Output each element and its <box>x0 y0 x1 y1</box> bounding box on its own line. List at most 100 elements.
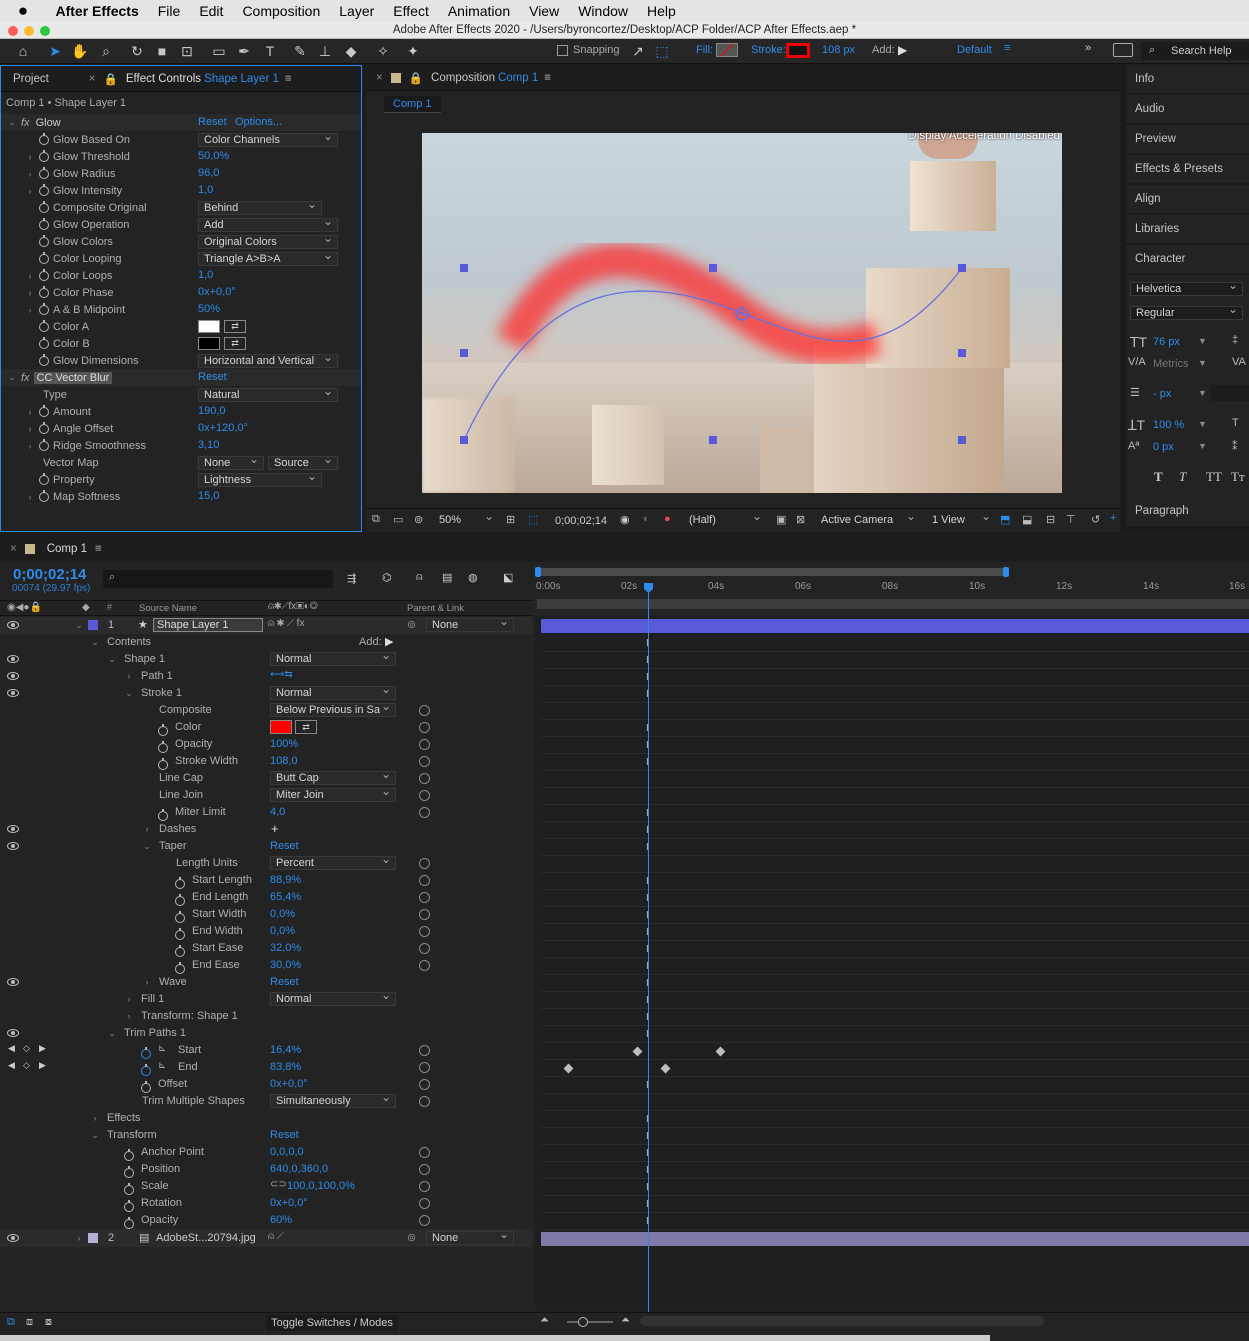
timeline-timecode[interactable]: 0;00;02;14 <box>13 566 86 583</box>
expression-pickwhip-icon[interactable] <box>419 1147 430 1158</box>
taper-prop-5-value[interactable]: 30,0% <box>270 959 301 971</box>
next-keyframe-icon[interactable]: ▶ <box>39 1060 46 1071</box>
glow-reset-button[interactable]: Reset <box>198 116 227 128</box>
layer-2-parent-pickwhip-icon[interactable]: ⊚ <box>407 1231 416 1244</box>
color-looping-dropdown[interactable]: Triangle A>B>A <box>198 252 338 266</box>
transform-prop-4-value[interactable]: 60% <box>270 1214 292 1226</box>
menu-layer[interactable]: Layer <box>330 3 384 19</box>
fill-1-dropdown[interactable]: Normal <box>270 992 396 1006</box>
close-timeline-tab-icon[interactable]: × <box>10 543 17 555</box>
keyframe-i-beam-marker[interactable]: I <box>646 894 649 904</box>
faux-bold-icon[interactable]: T <box>1154 469 1163 485</box>
source-name-header[interactable]: Source Name <box>139 603 197 614</box>
expand-triangle-icon[interactable]: ⌄ <box>90 1130 100 1141</box>
keyframe-i-beam-marker[interactable]: I <box>646 996 649 1006</box>
zoom-window-button[interactable] <box>40 26 50 36</box>
align-panel-tab[interactable]: Align <box>1126 185 1249 214</box>
rectangle-tool-icon[interactable]: ▭ <box>210 42 228 60</box>
comp-timecode[interactable]: 0;00;02;14 <box>555 515 607 527</box>
taper-prop-0-value[interactable]: 88,9% <box>270 874 301 886</box>
tab-effect-controls[interactable]: Effect Controls <box>126 73 201 85</box>
add-icon[interactable]: ▶ <box>898 43 907 57</box>
leading-dropdown-icon[interactable]: ▼ <box>1198 388 1207 398</box>
reset-exposure-icon[interactable]: ↺ <box>1091 513 1100 526</box>
stopwatch-icon[interactable] <box>39 353 49 366</box>
taper-prop-4-value[interactable]: 32,0% <box>270 942 301 954</box>
character-panel-tab[interactable]: Character <box>1126 245 1249 274</box>
stopwatch-icon[interactable] <box>39 234 49 247</box>
fx-icon[interactable]: fx <box>21 117 30 129</box>
keyframe-i-beam-marker[interactable]: I <box>646 690 649 700</box>
track-area[interactable] <box>535 616 1249 1311</box>
keyframe-i-beam-marker[interactable]: I <box>646 826 649 836</box>
menu-animation[interactable]: Animation <box>438 3 519 19</box>
stopwatch-icon[interactable] <box>175 944 185 957</box>
workspace-default[interactable]: Default <box>957 44 992 56</box>
stopwatch-icon[interactable] <box>175 876 185 889</box>
keyframe-i-beam-marker[interactable]: I <box>646 1183 649 1193</box>
fill-label[interactable]: Fill: <box>696 44 713 56</box>
glow-colors-dropdown[interactable]: Original Colors <box>198 235 338 249</box>
region-icon[interactable]: ⬚ <box>528 513 538 526</box>
keyframe-i-beam-marker[interactable]: I <box>646 809 649 819</box>
layer-2-row[interactable]: › 2 ▤ AdobeSt...20794.jpg ⍝ ⟋ ⊚ None <box>0 1230 533 1247</box>
stroke-style-dropdown[interactable] <box>1210 385 1249 401</box>
cc-vector-blur-header[interactable]: ⌄ fx CC Vector Blur Reset <box>1 369 361 386</box>
zoom-out-icon[interactable]: ⏶ <box>540 1314 549 1327</box>
expression-pickwhip-icon[interactable] <box>419 858 430 869</box>
exposure-icon[interactable]: + <box>1110 512 1116 524</box>
expand-triangle-icon[interactable]: › <box>124 671 134 681</box>
stopwatch-icon[interactable] <box>175 893 185 906</box>
keyframe-i-beam-marker[interactable]: I <box>646 741 649 751</box>
glow-radius-value[interactable]: 96,0 <box>198 167 219 179</box>
work-area-bar[interactable] <box>535 567 1009 577</box>
blur-type-dropdown[interactable]: Natural <box>198 388 338 402</box>
snapping-checkbox[interactable] <box>557 45 568 56</box>
color-loops-value[interactable]: 1,0 <box>198 269 213 281</box>
camera-tool-icon[interactable]: ■ <box>153 42 171 60</box>
puppet-tool-icon[interactable]: ✦ <box>404 42 422 60</box>
stopwatch-icon[interactable] <box>39 404 49 417</box>
stopwatch-icon[interactable] <box>39 336 49 349</box>
expression-pickwhip-icon[interactable] <box>419 892 430 903</box>
stopwatch-icon[interactable] <box>175 927 185 940</box>
keyframe-i-beam-marker[interactable]: I <box>646 656 649 666</box>
layer-2-parent-dropdown[interactable]: None <box>426 1231 514 1245</box>
panel-menu-icon[interactable]: ≡ <box>285 73 292 85</box>
glow-disclosure-icon[interactable]: ⌄ <box>7 117 17 128</box>
keyframe-i-beam-marker[interactable]: I <box>646 945 649 955</box>
stroke-opacity-value[interactable]: 100% <box>270 738 298 750</box>
stopwatch-icon[interactable] <box>39 149 49 162</box>
disclosure-triangle-icon[interactable]: › <box>25 186 35 196</box>
expression-pickwhip-icon[interactable] <box>419 1215 430 1226</box>
expression-pickwhip-icon[interactable] <box>419 1096 430 1107</box>
keyframe-i-beam-marker[interactable]: I <box>646 1166 649 1176</box>
tab-effect-layer-name[interactable]: Shape Layer 1 <box>204 73 279 85</box>
glow-effect-header[interactable]: ⌄ fx Glow Reset Options... <box>1 114 361 131</box>
stopwatch-icon[interactable] <box>141 1080 151 1093</box>
contents-add-icon[interactable]: ▶ <box>385 635 393 648</box>
keyframe-i-beam-marker[interactable]: I <box>646 843 649 853</box>
stroke-color-swatch[interactable] <box>270 720 292 734</box>
menu-file[interactable]: File <box>148 3 190 19</box>
stopwatch-icon[interactable] <box>158 757 168 770</box>
font-size-value[interactable]: 76 px <box>1153 336 1180 348</box>
keyframe-i-beam-marker[interactable]: I <box>646 928 649 938</box>
faux-italic-icon[interactable]: T <box>1179 469 1186 485</box>
libraries-panel-tab[interactable]: Libraries <box>1126 215 1249 244</box>
fit-icon[interactable]: ⊞ <box>506 513 515 526</box>
layer-2-eye-icon[interactable] <box>7 1234 19 1242</box>
taper-prop-2-value[interactable]: 0,0% <box>270 908 295 920</box>
av-switches-icon[interactable]: ◉◀●🔒 <box>7 602 42 613</box>
stopwatch-icon[interactable] <box>124 1182 134 1195</box>
kerning-value[interactable]: Metrics <box>1153 358 1188 370</box>
stopwatch-icon[interactable] <box>39 472 49 485</box>
parent-link-header[interactable]: Parent & Link <box>407 603 464 614</box>
monitor-icon[interactable]: ▭ <box>393 513 403 526</box>
work-area-start-handle[interactable] <box>535 567 541 577</box>
add-keyframe-icon[interactable]: ◇ <box>23 1043 30 1054</box>
leading-value[interactable]: - px <box>1153 388 1171 400</box>
wave-value[interactable]: Reset <box>270 976 299 988</box>
color-a-swatch[interactable] <box>198 320 220 333</box>
comp-panel-menu-icon[interactable]: ≡ <box>544 72 551 84</box>
